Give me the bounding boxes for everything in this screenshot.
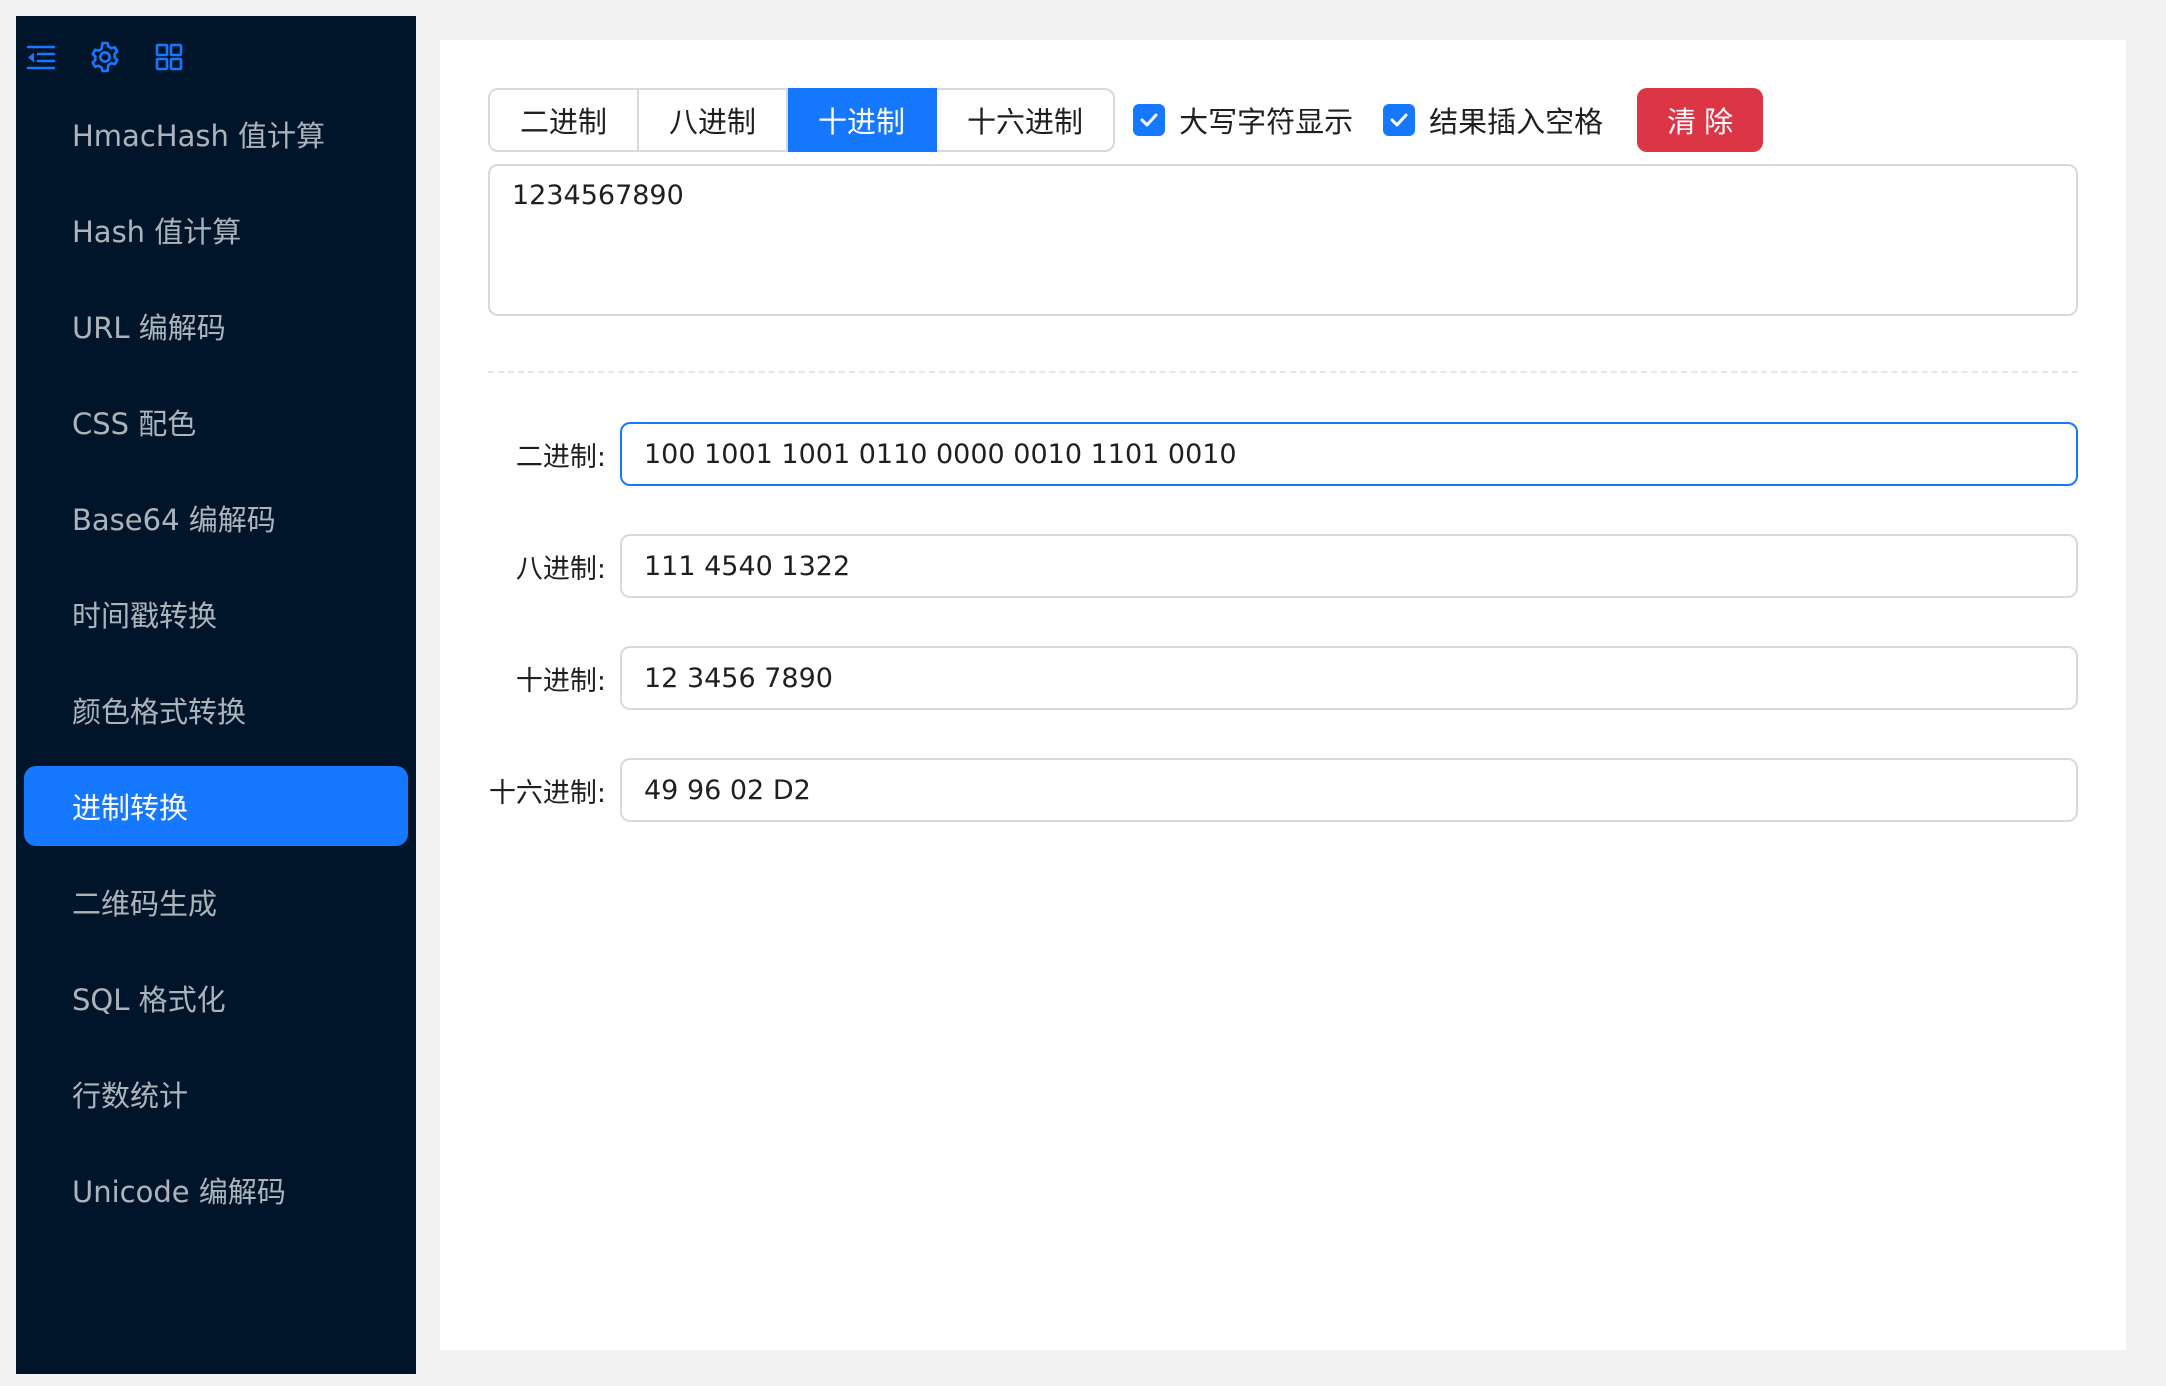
sidebar-item-base64[interactable]: Base64 编解码 [24, 478, 408, 558]
sidebar-item-line-count[interactable]: 行数统计 [24, 1054, 408, 1134]
checkmark-icon [1383, 104, 1416, 136]
menu-fold-icon[interactable] [24, 40, 58, 74]
divider [488, 371, 2078, 373]
insert-space-label: 结果插入空格 [1429, 105, 1604, 139]
segment-hex[interactable]: 十六进制 [937, 88, 1116, 152]
radix-segmented-control: 二进制 八进制 十进制 十六进制 [488, 88, 1116, 152]
sidebar-item-label: Base64 编解码 [72, 503, 276, 537]
sidebar-item-label: 进制转换 [72, 791, 189, 825]
result-field-octal[interactable] [620, 534, 2078, 598]
sidebar-item-unicode[interactable]: Unicode 编解码 [24, 1150, 408, 1230]
sidebar-toolbar [24, 40, 186, 74]
sidebar-item-label: 颜色格式转换 [72, 695, 247, 729]
result-label-hex: 十六进制: [488, 777, 606, 809]
result-label-binary: 二进制: [515, 441, 606, 473]
sidebar-item-label: URL 编解码 [72, 311, 226, 345]
segment-binary[interactable]: 二进制 [488, 88, 640, 152]
sidebar-item-label: HmacHash 值计算 [72, 119, 326, 153]
uppercase-label: 大写字符显示 [1179, 105, 1354, 139]
sidebar-item-radix[interactable]: 进制转换 [24, 766, 408, 846]
sidebar-menu: HmacHash 值计算 Hash 值计算 URL 编解码 CSS 配色 Bas… [24, 94, 408, 1246]
result-field-decimal[interactable] [620, 646, 2078, 710]
checkmark-icon [1133, 104, 1166, 136]
sidebar-item-label: 二维码生成 [72, 887, 218, 921]
segment-decimal[interactable]: 十进制 [788, 88, 938, 152]
sidebar-item-hash[interactable]: Hash 值计算 [24, 190, 408, 270]
grid-icon[interactable] [152, 40, 186, 74]
sidebar-item-label: SQL 格式化 [72, 983, 226, 1017]
sidebar-item-url[interactable]: URL 编解码 [24, 286, 408, 366]
sidebar-item-css[interactable]: CSS 配色 [24, 382, 408, 462]
result-row-hex: 十六进制: [488, 758, 2078, 822]
result-row-binary: 二进制: [488, 422, 2078, 486]
result-field-binary[interactable] [620, 422, 2078, 486]
sidebar-item-label: 行数统计 [72, 1079, 189, 1113]
segment-octal[interactable]: 八进制 [639, 88, 789, 152]
toolbar: 二进制 八进制 十进制 十六进制 大写字符显示 结果插入空格 清 除 [488, 88, 1764, 152]
clear-button[interactable]: 清 除 [1637, 88, 1764, 152]
sidebar-item-sql[interactable]: SQL 格式化 [24, 958, 408, 1038]
main-content: 二进制 八进制 十进制 十六进制 大写字符显示 结果插入空格 清 除 12345… [440, 40, 2126, 1350]
result-field-hex[interactable] [620, 758, 2078, 822]
app-window: HmacHash 值计算 Hash 值计算 URL 编解码 CSS 配色 Bas… [16, 16, 2150, 1374]
sidebar-item-hmachash[interactable]: HmacHash 值计算 [24, 94, 408, 174]
uppercase-checkbox[interactable]: 大写字符显示 [1133, 99, 1353, 141]
sidebar-item-label: Hash 值计算 [72, 215, 242, 249]
sidebar-item-color-format[interactable]: 颜色格式转换 [24, 670, 408, 750]
sidebar-item-label: Unicode 编解码 [72, 1175, 286, 1209]
sidebar: HmacHash 值计算 Hash 值计算 URL 编解码 CSS 配色 Bas… [16, 16, 416, 1374]
result-label-decimal: 十进制: [515, 665, 606, 697]
result-row-octal: 八进制: [488, 534, 2078, 598]
sidebar-item-timestamp[interactable]: 时间戳转换 [24, 574, 408, 654]
result-row-decimal: 十进制: [488, 646, 2078, 710]
number-input[interactable]: 1234567890 [488, 164, 2078, 316]
insert-space-checkbox[interactable]: 结果插入空格 [1383, 99, 1603, 141]
gear-icon[interactable] [88, 40, 122, 74]
sidebar-item-qrcode[interactable]: 二维码生成 [24, 862, 408, 942]
sidebar-item-label: CSS 配色 [72, 407, 197, 441]
sidebar-item-label: 时间戳转换 [72, 599, 218, 633]
result-label-octal: 八进制: [515, 553, 606, 585]
